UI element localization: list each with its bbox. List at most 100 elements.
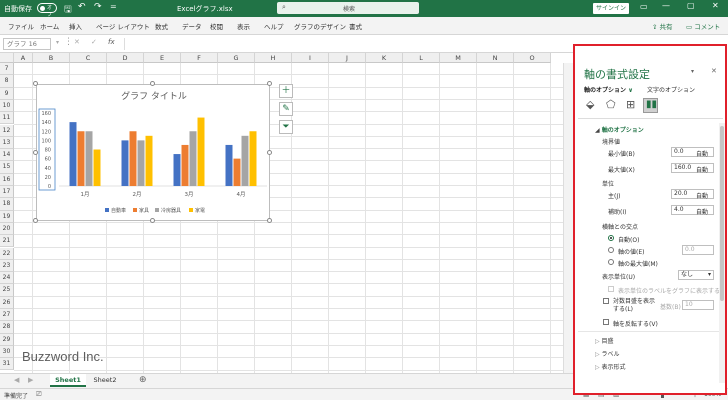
column-header-i[interactable]: I	[292, 53, 329, 63]
chart-handle-br[interactable]	[267, 218, 272, 223]
column-header-m[interactable]: M	[440, 53, 477, 63]
comment-button[interactable]: ▭ コメント	[686, 21, 720, 31]
chart-handle-bl[interactable]	[33, 218, 38, 223]
cancel-icon[interactable]: ✕	[74, 38, 80, 46]
undo-icon[interactable]: ↶	[78, 2, 86, 12]
column-header-o[interactable]: O	[514, 53, 551, 63]
fill-line-icon[interactable]: ⬙	[586, 98, 594, 111]
share-button[interactable]: ⇪ 共有	[652, 21, 673, 31]
ribbon-display-icon[interactable]: ▭	[640, 2, 648, 11]
chart-handle-mr[interactable]	[267, 150, 272, 155]
sheet-vertical-scrollbar[interactable]	[563, 63, 573, 373]
min-auto[interactable]: 自動	[696, 149, 708, 158]
row-header-25[interactable]: 25	[0, 284, 14, 297]
autosave-toggle[interactable]: オフ	[37, 3, 57, 18]
tab-view[interactable]: 表示	[237, 21, 250, 31]
restore-icon[interactable]: ▢	[687, 1, 695, 10]
max-auto[interactable]: 自動	[696, 165, 708, 174]
row-header-10[interactable]: 10	[0, 99, 14, 113]
add-sheet-icon[interactable]: ⊕	[139, 375, 147, 385]
section-axis-options[interactable]: ◢ 軸のオプション	[595, 125, 644, 134]
signin-button[interactable]: サインイン	[593, 3, 629, 14]
column-header-g[interactable]: G	[218, 53, 255, 63]
reverse-axis-checkbox[interactable]	[603, 319, 609, 325]
section-number[interactable]: ▷ 表示形式	[595, 362, 626, 371]
size-properties-icon[interactable]: ⊞	[626, 98, 635, 111]
sheet-next-icon[interactable]: ▶	[28, 376, 33, 384]
row-header-26[interactable]: 26	[0, 296, 14, 309]
row-header-24[interactable]: 24	[0, 272, 14, 285]
chart-styles-button[interactable]: ✎	[279, 102, 293, 116]
tab-review[interactable]: 校閲	[210, 21, 223, 31]
tab-format[interactable]: 書式	[349, 21, 362, 31]
name-box[interactable]: グラフ 16	[3, 38, 51, 50]
row-header-8[interactable]: 8	[0, 75, 14, 88]
major-auto[interactable]: 自動	[696, 191, 708, 200]
chart-handle-tl[interactable]	[33, 81, 38, 86]
tab-page-layout[interactable]: ページ レイアウト	[96, 21, 150, 31]
row-header-15[interactable]: 15	[0, 161, 14, 174]
column-header-l[interactable]: L	[403, 53, 440, 63]
column-header-j[interactable]: J	[329, 53, 366, 63]
row-header-29[interactable]: 29	[0, 333, 14, 346]
accessibility-icon[interactable]: ⎚	[36, 390, 42, 399]
sheet-tab-sheet2[interactable]: Sheet2	[88, 374, 122, 387]
fx-icon[interactable]: fx	[108, 38, 115, 46]
pane-options-icon[interactable]: ▾	[691, 68, 694, 75]
row-header-28[interactable]: 28	[0, 321, 14, 334]
row-header-31[interactable]: 31	[0, 358, 14, 371]
log-base-input[interactable]: 10	[682, 300, 714, 310]
tab-home[interactable]: ホーム	[40, 21, 59, 31]
row-header-19[interactable]: 19	[0, 210, 14, 223]
namebox-dropdown-icon[interactable]: ▾	[56, 39, 59, 46]
chart-object[interactable]: グラフ タイトル 160 140 120 100 80 60 40 20 0 1月 2月 3月 4月 自動車…	[36, 84, 270, 221]
minor-auto[interactable]: 自動	[696, 207, 708, 216]
select-all-corner[interactable]	[0, 53, 14, 63]
tab-insert[interactable]: 挿入	[69, 21, 82, 31]
chart-handle-bc[interactable]	[150, 218, 155, 223]
sheet-prev-icon[interactable]: ◀	[14, 376, 19, 384]
redo-icon[interactable]: ↷	[94, 2, 102, 12]
row-header-14[interactable]: 14	[0, 149, 14, 162]
row-header-21[interactable]: 21	[0, 235, 14, 248]
row-header-23[interactable]: 23	[0, 259, 14, 273]
pane-scrollbar-thumb[interactable]	[720, 126, 724, 301]
column-header-d[interactable]: D	[107, 53, 144, 63]
close-icon[interactable]: ✕	[712, 1, 719, 10]
row-header-16[interactable]: 16	[0, 173, 14, 186]
minimize-icon[interactable]: —	[662, 1, 670, 10]
row-header-17[interactable]: 17	[0, 186, 14, 199]
tab-data[interactable]: データ	[182, 21, 202, 31]
column-header-b[interactable]: B	[33, 53, 70, 63]
row-header-20[interactable]: 20	[0, 222, 14, 236]
section-labels[interactable]: ▷ ラベル	[595, 349, 620, 358]
cross-auto-radio[interactable]	[608, 235, 614, 241]
row-header-27[interactable]: 27	[0, 309, 14, 322]
chart-filters-button[interactable]: ⏷	[279, 120, 293, 134]
cross-value-input[interactable]: 0.0	[682, 245, 714, 255]
column-header-f[interactable]: F	[181, 53, 218, 63]
tab-axis-options[interactable]: 軸のオプション ∨	[584, 85, 633, 94]
log-scale-checkbox[interactable]	[603, 298, 609, 304]
chart-handle-tr[interactable]	[267, 81, 272, 86]
row-header-18[interactable]: 18	[0, 198, 14, 211]
sheet-tab-sheet1[interactable]: Sheet1	[50, 374, 86, 387]
search-box[interactable]: ⌕ 検索	[277, 2, 419, 14]
row-header-13[interactable]: 13	[0, 136, 14, 150]
column-header-e[interactable]: E	[144, 53, 181, 63]
cross-value-radio[interactable]	[608, 247, 614, 253]
section-ticks[interactable]: ▷ 目盛	[595, 336, 614, 345]
row-header-12[interactable]: 12	[0, 124, 14, 137]
row-header-9[interactable]: 9	[0, 87, 14, 100]
chart-elements-button[interactable]: ＋	[279, 84, 293, 98]
cross-max-radio[interactable]	[608, 259, 614, 265]
tab-file[interactable]: ファイル	[8, 21, 34, 31]
save-icon[interactable]: 🖫	[64, 2, 72, 18]
column-header-k[interactable]: K	[366, 53, 403, 63]
enter-icon[interactable]: ✓	[91, 38, 97, 46]
tab-help[interactable]: ヘルプ	[264, 21, 284, 31]
column-header-h[interactable]: H	[255, 53, 292, 63]
effects-icon[interactable]: ⬠	[606, 98, 616, 111]
row-header-7[interactable]: 7	[0, 63, 14, 76]
customize-qat-icon[interactable]: =	[110, 2, 117, 11]
